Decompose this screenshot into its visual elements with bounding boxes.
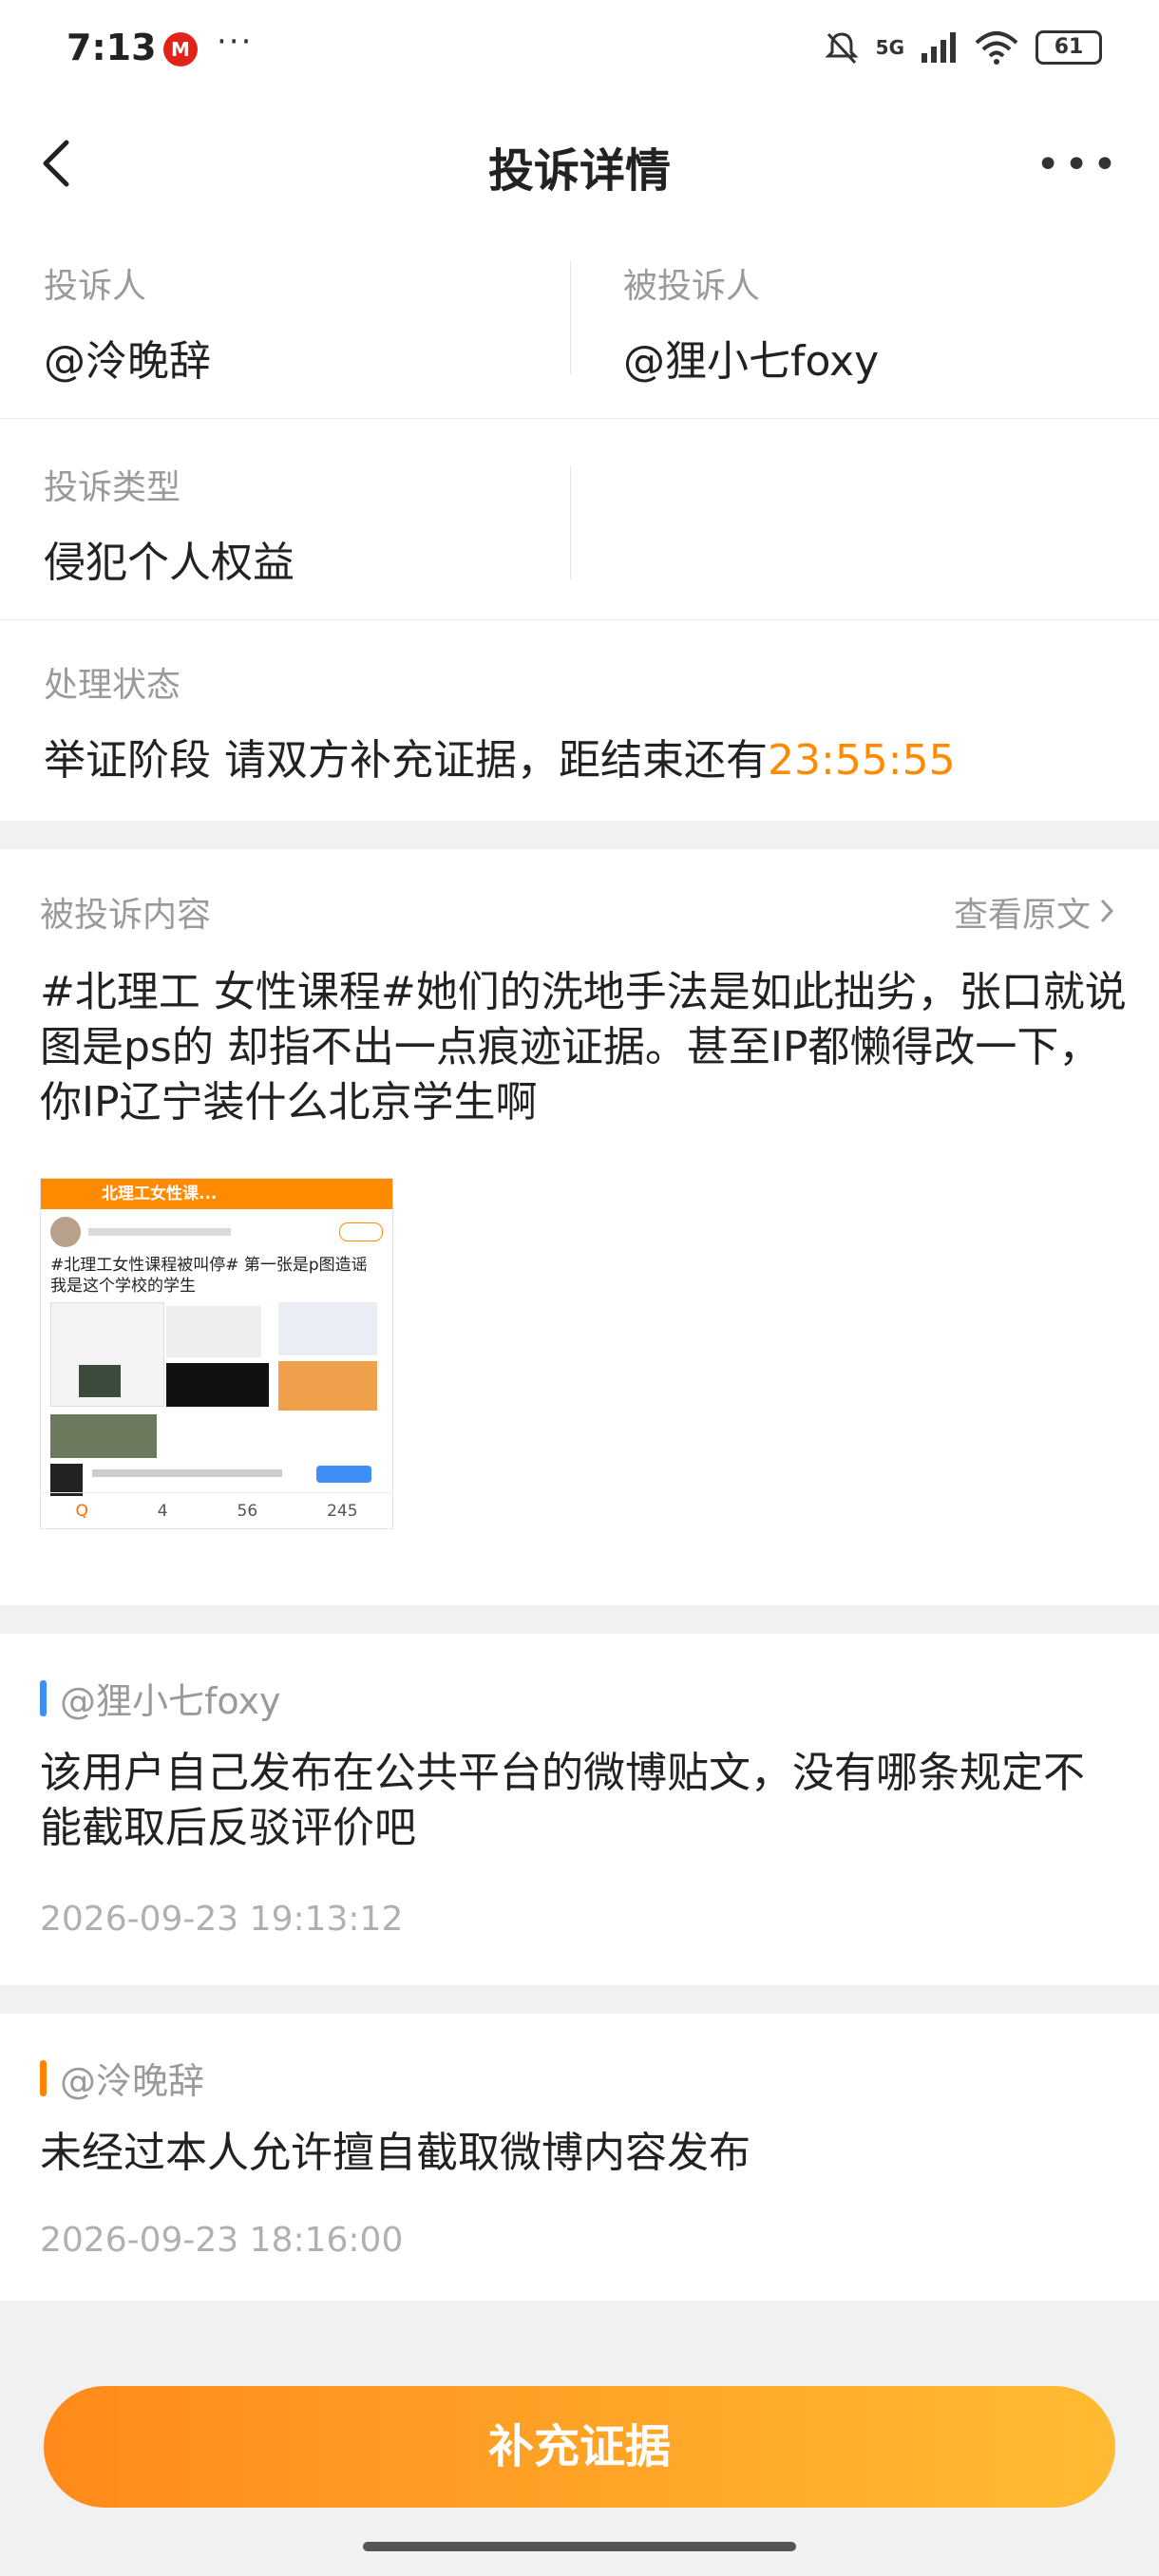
respondent-block: 被投诉人 @狸小七foxy	[623, 258, 879, 388]
thumb-avatar-small	[50, 1464, 83, 1496]
thumb-photo	[79, 1365, 121, 1397]
avatar	[50, 1217, 81, 1247]
countdown-timer: 23:55:55	[768, 736, 956, 785]
complained-content-panel: 被投诉内容 查看原文 #北理工 女性课程#她们的洗地手法是如此拙劣，张口就说图是…	[0, 849, 1159, 1605]
parties-row: 投诉人 @泠晚辞 被投诉人 @狸小七foxy	[0, 222, 1159, 419]
wifi-icon	[975, 31, 1018, 65]
type-block: 投诉类型 侵犯个人权益	[44, 460, 294, 589]
state-label: 处理状态	[44, 666, 181, 705]
reply-author-name[interactable]: @泠晚辞	[60, 2052, 204, 2104]
reply-card: @泠晚辞 未经过本人允许擅自截取微博内容发布 2026-09-23 18:16:…	[0, 2014, 1159, 2301]
status-bar: 7:13 M ··· 5G 61	[0, 0, 1159, 104]
type-value: 侵犯个人权益	[44, 539, 294, 587]
thumb-user-row	[41, 1209, 392, 1255]
thumb-caption	[92, 1469, 282, 1477]
thumb-classroom-photo	[50, 1414, 157, 1458]
complainant-block: 投诉人 @泠晚辞	[44, 258, 211, 388]
reply-author: @狸小七foxy	[40, 1672, 280, 1724]
nav-bar: 投诉详情 •••	[0, 104, 1159, 223]
thumb-orange-image	[278, 1361, 377, 1411]
state-value: 举证阶段 请双方补充证据，距结束还有23:55:55	[44, 726, 956, 786]
state-block: 处理状态 举证阶段 请双方补充证据，距结束还有23:55:55	[44, 657, 956, 786]
mute-bell-icon	[825, 32, 859, 65]
thumb-stats: Q 4 56 245	[41, 1492, 392, 1528]
divider	[570, 465, 571, 579]
more-options-icon[interactable]: •••	[1036, 141, 1121, 189]
chevron-right-icon[interactable]	[1096, 897, 1117, 925]
view-original-link[interactable]: 查看原文	[954, 887, 1091, 937]
respondent-label: 被投诉人	[623, 267, 761, 306]
network-type: 5G	[875, 36, 904, 59]
signal-icon	[922, 32, 956, 63]
thumb-title: 北理工女性课...	[41, 1179, 392, 1209]
complaint-info-panel: 投诉人 @泠晚辞 被投诉人 @狸小七foxy 投诉类型 侵犯个人权益 处理状态 …	[0, 222, 1159, 821]
divider	[570, 260, 571, 374]
reply-time: 2026-09-23 18:16:00	[40, 2221, 404, 2260]
reply-text: 该用户自己发布在公共平台的微博贴文，没有哪条规定不能截取后反驳评价吧	[40, 1749, 1085, 1852]
reply-card: @狸小七foxy 该用户自己发布在公共平台的微博贴文，没有哪条规定不能截取后反驳…	[0, 1634, 1159, 1985]
status-icons: 5G 61	[823, 28, 1102, 66]
thumb-dark-image	[166, 1363, 269, 1407]
thumb-comment-count: 56	[237, 1502, 258, 1521]
thumb-headline: #北理工女性课程被叫停# 第一张是p图造谣 我是这个学校的学生	[50, 1256, 368, 1296]
complained-post-text: #北理工 女性课程#她们的洗地手法是如此拙劣，张口就说图是ps的 却指不出一点痕…	[40, 968, 1127, 1127]
complainant-name[interactable]: @泠晚辞	[44, 327, 211, 388]
author-accent-bar	[40, 1679, 47, 1716]
thumb-button	[316, 1466, 371, 1483]
thumb-repost-count: 4	[157, 1502, 168, 1521]
type-row: 投诉类型 侵犯个人权益	[0, 418, 1159, 620]
reply-author: @泠晚辞	[40, 2052, 204, 2104]
author-accent-bar	[40, 2059, 47, 2096]
reply-time: 2026-09-23 19:13:12	[40, 1900, 404, 1939]
app-notification-icon: M	[163, 32, 198, 66]
home-indicator[interactable]	[363, 2542, 796, 2551]
follow-badge	[339, 1222, 383, 1241]
username-placeholder	[88, 1228, 231, 1236]
complainant-label: 投诉人	[44, 267, 147, 306]
thumb-like-count: 245	[327, 1502, 358, 1521]
submit-evidence-button[interactable]: 补充证据	[44, 2386, 1115, 2508]
status-time: 7:13	[66, 27, 157, 68]
thumb-text-block	[166, 1306, 261, 1357]
reply-text: 未经过本人允许擅自截取微博内容发布	[40, 2129, 750, 2177]
respondent-name[interactable]: @狸小七foxy	[623, 327, 879, 388]
reply-author-name[interactable]: @狸小七foxy	[60, 1672, 280, 1724]
battery-icon: 61	[1036, 30, 1102, 65]
type-label: 投诉类型	[44, 468, 181, 507]
post-image-thumbnail[interactable]: 北理工女性课... #北理工女性课程被叫停# 第一张是p图造谣 我是这个学校的学…	[40, 1178, 393, 1529]
thumb-repost-icon: Q	[75, 1502, 88, 1521]
state-text: 举证阶段 请双方补充证据，距结束还有	[44, 736, 768, 785]
more-notifications-icon: ···	[217, 23, 254, 61]
page-title: 投诉详情	[487, 144, 671, 198]
complained-label: 被投诉内容	[40, 896, 212, 935]
thumb-chat-image	[278, 1302, 377, 1355]
